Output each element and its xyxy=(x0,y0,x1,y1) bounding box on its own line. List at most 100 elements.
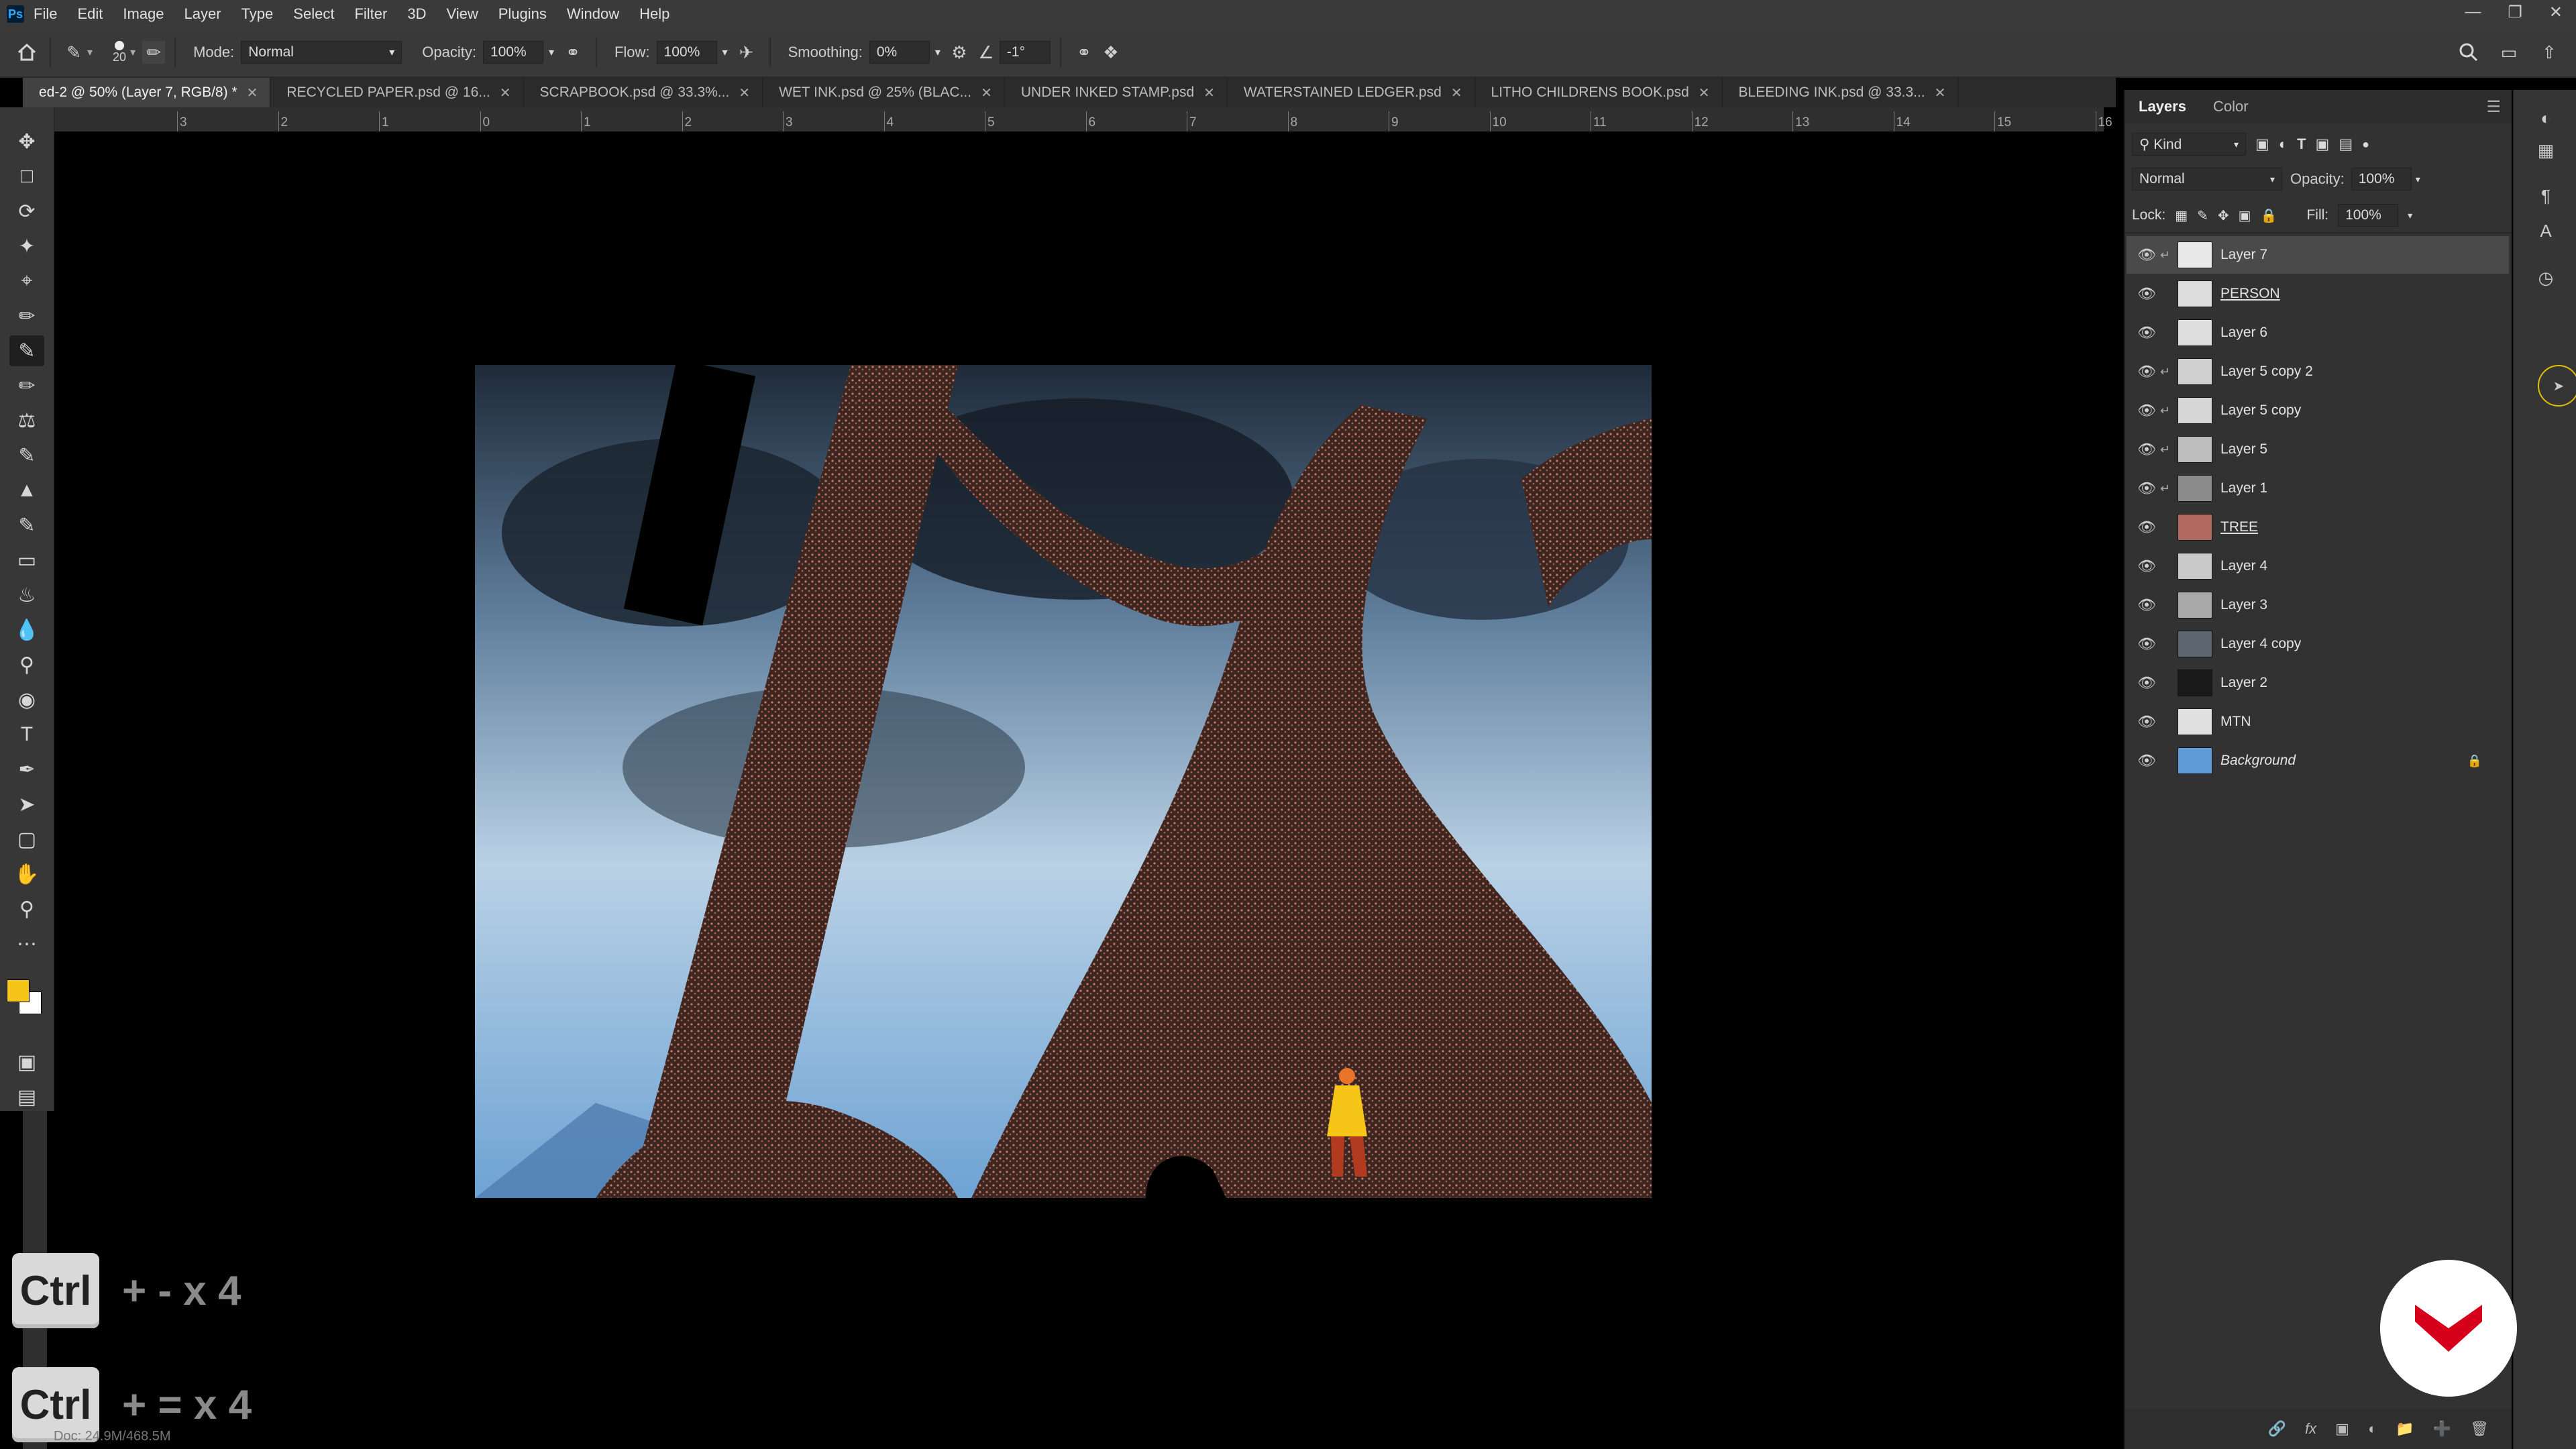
menu-plugins[interactable]: Plugins xyxy=(498,5,547,23)
flow-input[interactable]: 100% xyxy=(656,41,717,64)
layer-row[interactable]: 👁 Layer 3 xyxy=(2127,586,2509,624)
panel-menu-icon[interactable]: ☰ xyxy=(2486,97,2501,117)
visibility-eye-icon[interactable]: 👁 xyxy=(2133,713,2160,731)
color-swatches[interactable] xyxy=(7,979,47,1020)
share-icon[interactable]: ⇧ xyxy=(2536,39,2563,66)
close-icon[interactable]: ✕ xyxy=(1203,85,1215,101)
lock-image-icon[interactable]: ✎ xyxy=(2197,207,2208,224)
lock-transparent-icon[interactable]: ▦ xyxy=(2175,207,2188,224)
menu-select[interactable]: Select xyxy=(293,5,334,23)
sponge-tool-icon[interactable]: ◉ xyxy=(9,684,44,715)
history-icon[interactable]: ◷ xyxy=(2534,266,2558,290)
paint-bucket-icon[interactable]: ♨ xyxy=(9,580,44,610)
menu-file[interactable]: File xyxy=(34,5,57,23)
home-icon[interactable] xyxy=(13,39,40,66)
adjustments-icon[interactable]: ◐ xyxy=(2534,106,2558,130)
dodge-tool-icon[interactable]: ⚲ xyxy=(9,649,44,680)
tab-layers[interactable]: Layers xyxy=(2125,90,2200,123)
menu-window[interactable]: Window xyxy=(567,5,619,23)
tab-bleeding-ink[interactable]: BLEEDING INK.psd @ 33.3... ✕ xyxy=(1723,78,1959,107)
new-layer-icon[interactable]: ➕ xyxy=(2433,1420,2451,1438)
filter-type-icon[interactable]: T xyxy=(2297,136,2306,153)
search-icon[interactable] xyxy=(2455,39,2482,66)
tab-under-inked-stamp[interactable]: UNDER INKED STAMP.psd ✕ xyxy=(1005,78,1228,107)
new-group-icon[interactable]: 📁 xyxy=(2396,1420,2414,1438)
link-layers-icon[interactable]: 🔗 xyxy=(2268,1420,2286,1438)
history-brush-icon[interactable]: ✎ xyxy=(9,440,44,471)
restore-icon[interactable]: ❐ xyxy=(2508,3,2522,22)
layer-row[interactable]: 👁 Layer 4 xyxy=(2127,547,2509,585)
clone-stamp-icon[interactable]: ⚖ xyxy=(9,405,44,436)
pressure-opacity-icon[interactable]: ⚭ xyxy=(559,39,586,66)
paragraph-icon[interactable]: ¶ xyxy=(2534,184,2558,208)
chevron-down-icon[interactable]: ▾ xyxy=(87,46,93,59)
type-tool-icon[interactable]: T xyxy=(9,719,44,750)
chevron-down-icon[interactable]: ▾ xyxy=(722,46,728,59)
chevron-down-icon[interactable]: ▾ xyxy=(2408,210,2412,221)
opacity-input[interactable]: 100% xyxy=(482,41,543,64)
visibility-eye-icon[interactable]: 👁 xyxy=(2133,285,2160,303)
menu-layer[interactable]: Layer xyxy=(184,5,221,23)
workspace-icon[interactable]: ▭ xyxy=(2496,39,2522,66)
close-icon[interactable]: ✕ xyxy=(1699,85,1710,101)
visibility-eye-icon[interactable]: 👁 xyxy=(2133,519,2160,536)
layer-row[interactable]: 👁 ↵ Layer 5 copy 2 xyxy=(2127,353,2509,390)
chevron-down-icon[interactable]: ▾ xyxy=(130,46,136,59)
add-mask-icon[interactable]: ▣ xyxy=(2335,1420,2349,1438)
close-icon[interactable]: ✕ xyxy=(1935,85,1946,101)
chevron-down-icon[interactable]: ▾ xyxy=(935,46,941,59)
lock-artboard-icon[interactable]: ▣ xyxy=(2239,207,2251,224)
zoom-tool-icon[interactable]: ⚲ xyxy=(9,894,44,924)
fill-input[interactable]: 100% xyxy=(2338,204,2399,227)
tab-document-active[interactable]: ed-2 @ 50% (Layer 7, RGB/8) * ✕ xyxy=(23,78,271,107)
delete-layer-icon[interactable]: 🗑 xyxy=(2470,1420,2489,1438)
tab-waterstained-ledger[interactable]: WATERSTAINED LEDGER.psd ✕ xyxy=(1228,78,1475,107)
menu-filter[interactable]: Filter xyxy=(354,5,387,23)
chevron-down-icon[interactable]: ▾ xyxy=(2416,174,2420,185)
visibility-eye-icon[interactable]: 👁 xyxy=(2133,402,2160,419)
layer-opacity-input[interactable]: 100% xyxy=(2351,168,2412,191)
close-icon[interactable]: ✕ xyxy=(500,85,511,101)
close-icon[interactable]: ✕ xyxy=(981,85,992,101)
close-icon[interactable]: ✕ xyxy=(1451,85,1462,101)
visibility-eye-icon[interactable]: 👁 xyxy=(2133,324,2160,341)
filter-toggle-icon[interactable]: ● xyxy=(2362,138,2369,152)
pressure-size-icon[interactable]: ⚭ xyxy=(1071,39,1097,66)
fx-icon[interactable]: fx xyxy=(2305,1420,2316,1438)
blend-mode-select[interactable]: Normal ▾ xyxy=(2132,168,2282,191)
libraries-icon[interactable]: ▦ xyxy=(2534,138,2558,162)
character-icon[interactable]: A xyxy=(2534,219,2558,243)
layer-row[interactable]: 👁 PERSON xyxy=(2127,275,2509,313)
layer-row[interactable]: 👁 ↵ Layer 5 copy xyxy=(2127,392,2509,429)
tab-recycled-paper[interactable]: RECYCLED PAPER.psd @ 16... ✕ xyxy=(270,78,524,107)
menu-3d[interactable]: 3D xyxy=(407,5,426,23)
tab-litho-childrens-book[interactable]: LITHO CHILDRENS BOOK.psd ✕ xyxy=(1475,78,1723,107)
filter-shape-icon[interactable]: ▣ xyxy=(2316,136,2330,153)
menu-type[interactable]: Type xyxy=(241,5,274,23)
gear-icon[interactable]: ⚙ xyxy=(946,39,973,66)
mode-select[interactable]: Normal ▾ xyxy=(241,41,402,64)
tab-scrapbook[interactable]: SCRAPBOOK.psd @ 33.3%... ✕ xyxy=(524,78,763,107)
quick-mask-icon[interactable]: ▣ xyxy=(9,1046,44,1077)
eyedropper-icon[interactable]: ✏ xyxy=(9,301,44,331)
visibility-eye-icon[interactable]: 👁 xyxy=(2133,674,2160,692)
tab-wet-ink[interactable]: WET INK.psd @ 25% (BLAC... ✕ xyxy=(763,78,1005,107)
layer-row[interactable]: 👁 ↵ Layer 7 xyxy=(2127,236,2509,274)
layer-row[interactable]: 👁 Layer 2 xyxy=(2127,664,2509,702)
close-icon[interactable]: ✕ xyxy=(739,85,750,101)
layer-filter-select[interactable]: ⚲ Kind ▾ xyxy=(2132,133,2246,156)
filter-smart-object-icon[interactable]: ▤ xyxy=(2339,136,2353,153)
marquee-tool-icon[interactable]: □ xyxy=(9,161,44,192)
brush-tool-icon[interactable]: ✎ xyxy=(9,335,44,366)
layer-row[interactable]: 👁 Layer 4 copy xyxy=(2127,625,2509,663)
magic-wand-icon[interactable]: ✦ xyxy=(9,231,44,262)
visibility-eye-icon[interactable]: 👁 xyxy=(2133,480,2160,497)
smoothing-input[interactable]: 0% xyxy=(869,41,930,64)
crop-tool-icon[interactable]: ⌖ xyxy=(9,266,44,297)
close-icon[interactable]: ✕ xyxy=(2549,3,2563,22)
document-canvas[interactable] xyxy=(475,365,1652,1198)
move-tool-icon[interactable]: ✥ xyxy=(9,126,44,157)
adjustment-layer-icon[interactable]: ◐ xyxy=(2368,1420,2377,1438)
lock-position-icon[interactable]: ✥ xyxy=(2218,207,2229,224)
angle-input[interactable]: -1° xyxy=(999,41,1051,64)
